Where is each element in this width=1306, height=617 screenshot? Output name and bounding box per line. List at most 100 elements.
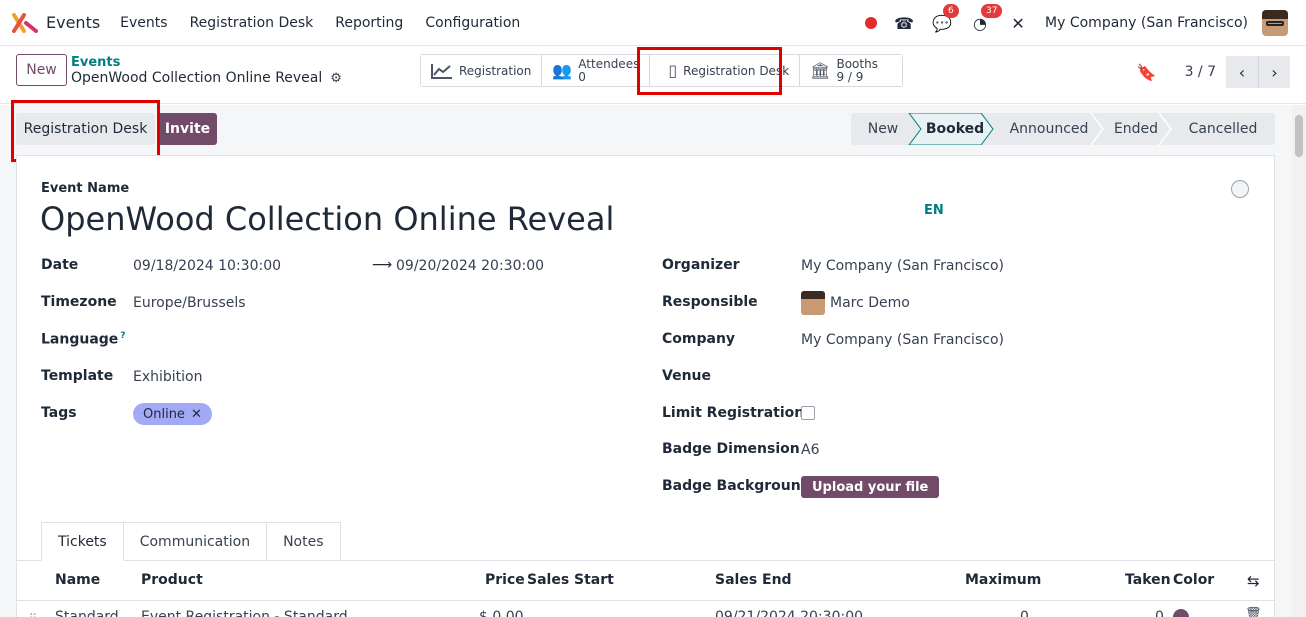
limit-registrations-checkbox[interactable] [801,406,815,420]
trash-icon[interactable]: 🗑 [1245,607,1262,617]
chevron-right-icon[interactable]: › [1258,56,1290,88]
app-brand[interactable]: Events [12,12,101,33]
close-icon[interactable]: ✕ [191,407,202,422]
bank-icon: 🏛 [810,61,831,80]
top-navbar: Events Events Registration Desk Reportin… [0,0,1306,46]
optional-columns-icon[interactable]: ⇆ [1247,572,1260,590]
ticket-name-cell[interactable]: Standard [55,609,119,617]
recording-icon[interactable] [865,17,878,29]
table-header-divider [17,600,1274,601]
tab-communication[interactable]: Communication [123,522,268,561]
stage-ended[interactable]: Ended [1105,113,1167,145]
column-taken[interactable]: Taken [1125,572,1171,588]
badge-background-label: Badge Background [662,478,811,494]
ticket-sales-end-cell[interactable]: 09/21/2024 20:30:00 [715,609,863,617]
messages-badge: 6 [943,4,959,18]
menu-registration-desk[interactable]: Registration Desk [190,15,314,31]
line-chart-icon [431,63,452,79]
timezone-label: Timezone [41,294,117,310]
ticket-taken-cell: 0 [1155,609,1164,617]
breadcrumb-events[interactable]: Events [71,55,120,70]
main-menu: Events Registration Desk Reporting Confi… [120,15,542,31]
new-button[interactable]: New [16,54,67,86]
column-price[interactable]: Price [485,572,525,588]
timezone-field[interactable]: Europe/Brussels [133,295,246,311]
company-field[interactable]: My Company (San Francisco) [801,332,1004,348]
activities-icon[interactable]: ◔ 37 [969,4,1003,34]
chevron-left-icon[interactable]: ‹ [1226,56,1258,88]
messages-icon[interactable]: 💬 6 [931,4,959,34]
column-product[interactable]: Product [141,572,203,588]
record-title-text: OpenWood Collection Online Reveal [71,70,323,86]
debug-tools-icon[interactable]: ✕ [1007,12,1029,34]
scrollbar-thumb[interactable] [1295,115,1303,157]
date-begin-field[interactable]: 09/18/2024 10:30:00 [133,258,281,274]
help-icon[interactable]: ? [120,331,125,341]
events-app-icon [12,12,38,33]
booths-value: 9 / 9 [836,69,864,84]
column-maximum[interactable]: Maximum [965,572,1041,588]
tag-online[interactable]: Online ✕ [133,403,212,425]
user-avatar[interactable] [1262,10,1288,36]
attendees-value: 0 [578,69,586,84]
upload-file-button[interactable]: Upload your file [801,476,940,498]
date-end-field[interactable]: 09/20/2024 20:30:00 [396,258,544,274]
app-name: Events [46,13,101,32]
gear-icon[interactable]: ⚙ [330,71,342,86]
users-icon: 👥 [552,61,573,80]
language-toggle[interactable]: EN [924,203,944,218]
column-sales-end[interactable]: Sales End [715,572,792,588]
record-title: OpenWood Collection Online Reveal ⚙ [71,70,342,86]
attendees-label: Attendees [578,56,640,71]
responsible-avatar [801,291,825,315]
stage-announced[interactable]: Announced [997,113,1101,145]
menu-events[interactable]: Events [120,15,167,31]
date-label: Date [41,257,79,273]
ticket-maximum-cell[interactable]: 0 [1020,609,1029,617]
template-field[interactable]: Exhibition [133,369,203,385]
tab-tickets[interactable]: Tickets [41,522,124,561]
phone-icon[interactable]: ☎ [893,12,915,34]
notebook-tabs: Tickets Communication Notes [41,522,341,561]
menu-reporting[interactable]: Reporting [335,15,403,31]
venue-label: Venue [662,368,711,384]
status-bar: New Booked Announced Ended Cancelled [851,113,1275,145]
bookmark-icon[interactable]: 🔖 [1137,63,1157,82]
organizer-field[interactable]: My Company (San Francisco) [801,258,1004,274]
ticket-price-cell[interactable]: $ 0.00 [479,609,524,617]
stage-new[interactable]: New [851,113,915,145]
column-sales-start[interactable]: Sales Start [527,572,614,588]
ticket-product-cell[interactable]: Event Registration - Standard [141,609,348,617]
drag-handle-icon[interactable]: ⠿ [29,612,37,617]
column-name[interactable]: Name [55,572,100,588]
limit-registrations-label: Limit Registrations [662,405,813,421]
company-switcher[interactable]: My Company (San Francisco) [1045,15,1248,31]
organizer-label: Organizer [662,257,740,273]
booths-label: Booths [836,56,878,71]
attendees-button[interactable]: 👥 Attendees 0 [542,55,651,86]
invite-button[interactable]: Invite [158,113,217,145]
stage-booked[interactable]: Booked [917,113,993,145]
registration-stat-label: Registration [459,63,532,78]
pager: 🔖 3 / 7 ‹ › [1137,56,1290,88]
booths-button[interactable]: 🏛 Booths 9 / 9 [800,55,903,86]
event-name-label: Event Name [41,181,130,196]
systray: ☎ 💬 6 ◔ 37 ✕ My Company (San Francisco) [865,0,1288,46]
highlight-box-registration-desk [11,100,160,162]
tab-notes[interactable]: Notes [267,522,341,561]
menu-configuration[interactable]: Configuration [425,15,520,31]
badge-dimension-field[interactable]: A6 [801,442,819,458]
control-panel: New Events OpenWood Collection Online Re… [0,46,1306,104]
stage-cancelled[interactable]: Cancelled [1171,113,1275,145]
column-color[interactable]: Color [1173,572,1214,588]
tag-online-label: Online [143,406,185,422]
pager-value[interactable]: 3 / 7 [1185,64,1216,80]
scrollbar[interactable] [1292,105,1306,617]
tags-label: Tags [41,405,77,421]
kanban-state-icon[interactable] [1231,180,1249,198]
company-label: Company [662,331,736,347]
registration-stat-button[interactable]: Registration [421,55,543,86]
event-name-field[interactable]: OpenWood Collection Online Reveal [40,200,614,238]
arrow-right-icon: ⟶ [372,257,393,273]
responsible-field[interactable]: Marc Demo [830,295,910,311]
